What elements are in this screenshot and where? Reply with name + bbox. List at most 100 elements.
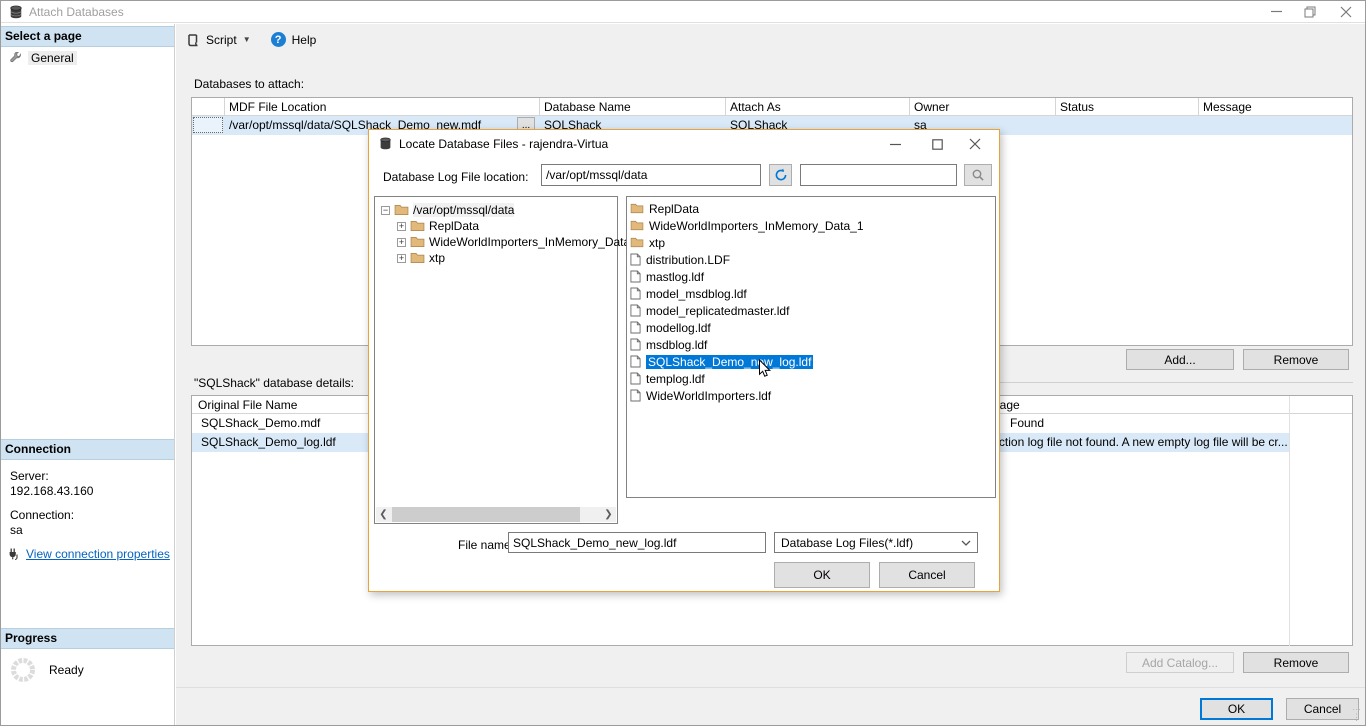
- dialog-ok-button[interactable]: OK: [774, 562, 870, 588]
- file-list-item[interactable]: WideWorldImporters_InMemory_Data_1: [630, 217, 864, 234]
- row-selector-cell[interactable]: [193, 117, 223, 133]
- file-list-item[interactable]: model_replicatedmaster.ldf: [630, 302, 789, 319]
- dialog-close-button[interactable]: [955, 130, 995, 158]
- search-input[interactable]: [800, 164, 957, 186]
- col-status: Status: [1060, 100, 1094, 114]
- database-icon: [379, 137, 392, 150]
- restore-button[interactable]: [1293, 1, 1327, 22]
- script-dropdown-arrow[interactable]: ▼: [243, 35, 251, 44]
- sidebar: Select a page General Connection Server:…: [1, 24, 175, 725]
- file-icon: [630, 372, 641, 385]
- scroll-right-icon[interactable]: ❯: [601, 507, 616, 522]
- tree-item-wideworldimporters[interactable]: + WideWorldImporters_InMemory_Data_: [397, 234, 637, 250]
- help-icon: ?: [271, 32, 286, 47]
- sidebar-item-general[interactable]: General: [1, 47, 174, 69]
- file-icon: [630, 389, 641, 402]
- file-name-value: SQLShack_Demo_new_log.ldf: [513, 536, 676, 550]
- tree-horizontal-scrollbar[interactable]: ❮ ❯: [376, 507, 616, 522]
- file-name-label: ReplData: [649, 202, 699, 216]
- dialog-maximize-button[interactable]: [917, 130, 957, 158]
- search-button[interactable]: [964, 164, 992, 186]
- file-icon: [630, 270, 641, 283]
- file-list-item[interactable]: distribution.LDF: [630, 251, 730, 268]
- file-list-item[interactable]: mastlog.ldf: [630, 268, 704, 285]
- file-type-select[interactable]: Database Log Files(*.ldf): [774, 532, 978, 553]
- main-cancel-button[interactable]: Cancel: [1286, 698, 1359, 720]
- chevron-down-icon: [961, 540, 971, 546]
- folder-icon: [630, 220, 644, 231]
- file-name-label: msdblog.ldf: [646, 338, 707, 352]
- file-icon: [630, 321, 641, 334]
- view-connection-properties-link[interactable]: View connection properties: [26, 547, 170, 561]
- details-message-value: Found: [1010, 416, 1044, 430]
- progress-spinner-icon: [9, 656, 37, 684]
- script-button[interactable]: Script: [206, 33, 237, 47]
- folder-icon: [630, 237, 644, 248]
- tree-item-xtp[interactable]: + xtp: [397, 250, 445, 266]
- col-mdf-file-location: MDF File Location: [229, 100, 326, 114]
- tree-item-repldata[interactable]: + ReplData: [397, 218, 479, 234]
- file-name-label: templog.ldf: [646, 372, 705, 386]
- file-list-item[interactable]: msdblog.ldf: [630, 336, 707, 353]
- file-list-item[interactable]: ReplData: [630, 200, 699, 217]
- scroll-left-icon[interactable]: ❮: [376, 507, 391, 522]
- main-ok-button[interactable]: OK: [1200, 698, 1273, 720]
- refresh-button[interactable]: [769, 164, 792, 186]
- scroll-thumb[interactable]: [392, 507, 580, 522]
- locate-database-files-dialog: Locate Database Files - rajendra-Virtua …: [368, 129, 1000, 592]
- expand-icon[interactable]: +: [397, 238, 406, 247]
- expand-icon[interactable]: +: [397, 222, 406, 231]
- progress-status: Ready: [49, 663, 84, 677]
- minimize-button[interactable]: [1259, 1, 1293, 22]
- remove-button[interactable]: Remove: [1243, 349, 1349, 370]
- file-list-item[interactable]: SQLShack_Demo_new_log.ldf: [630, 353, 813, 370]
- file-name-label: File name:: [458, 538, 514, 552]
- original-file-name-value: SQLShack_Demo.mdf: [201, 416, 320, 430]
- select-page-header: Select a page: [1, 26, 174, 47]
- close-button[interactable]: [1329, 1, 1363, 22]
- file-list: ReplDataWideWorldImporters_InMemory_Data…: [626, 196, 996, 498]
- folder-icon: [394, 204, 409, 216]
- expand-icon[interactable]: +: [397, 254, 406, 263]
- file-list-item[interactable]: WideWorldImporters.ldf: [630, 387, 771, 404]
- tree-item-label: /var/opt/mssql/data: [413, 203, 514, 217]
- script-icon: [186, 33, 200, 47]
- resize-grip[interactable]: …⋮: [1352, 702, 1362, 723]
- mouse-cursor: [758, 359, 771, 379]
- add-button[interactable]: Add...: [1126, 349, 1234, 370]
- add-catalog-button[interactable]: Add Catalog...: [1126, 652, 1234, 673]
- details-message-value: Transaction log file not found. A new em…: [962, 435, 1289, 449]
- dialog-minimize-button[interactable]: [875, 130, 915, 158]
- file-list-item[interactable]: xtp: [630, 234, 665, 251]
- connection-header: Connection: [1, 439, 174, 460]
- collapse-icon[interactable]: −: [381, 206, 390, 215]
- help-button[interactable]: Help: [292, 33, 317, 47]
- databases-to-attach-label: Databases to attach:: [194, 77, 304, 91]
- connection-value: sa: [1, 522, 174, 537]
- remove-catalog-button[interactable]: Remove: [1243, 652, 1349, 673]
- file-name-label: model_msdblog.ldf: [646, 287, 747, 301]
- file-name-label: model_replicatedmaster.ldf: [646, 304, 789, 318]
- file-list-item[interactable]: templog.ldf: [630, 370, 705, 387]
- file-list-item[interactable]: model_msdblog.ldf: [630, 285, 747, 302]
- file-name-label: distribution.LDF: [646, 253, 730, 267]
- file-list-item[interactable]: modellog.ldf: [630, 319, 711, 336]
- database-details-label: "SQLShack" database details:: [194, 376, 360, 390]
- tree-item-root[interactable]: − /var/opt/mssql/data: [381, 202, 514, 218]
- file-icon: [630, 287, 641, 300]
- connection-label: Connection:: [1, 498, 174, 522]
- folder-icon: [410, 220, 425, 232]
- col-attach-as: Attach As: [730, 100, 781, 114]
- wrench-icon: [9, 52, 22, 65]
- col-database-name: Database Name: [544, 100, 631, 114]
- col-original-file-name: Original File Name: [198, 398, 297, 412]
- log-file-location-input[interactable]: /var/opt/mssql/data: [541, 164, 761, 186]
- file-name-label: modellog.ldf: [646, 321, 711, 335]
- connection-properties-icon: [8, 548, 20, 561]
- col-message: Message: [1203, 100, 1252, 114]
- file-icon: [630, 304, 641, 317]
- dialog-cancel-button[interactable]: Cancel: [879, 562, 975, 588]
- file-name-input[interactable]: SQLShack_Demo_new_log.ldf: [508, 532, 766, 553]
- log-file-location-label: Database Log File location:: [383, 170, 528, 184]
- file-name-label: SQLShack_Demo_new_log.ldf: [646, 355, 813, 369]
